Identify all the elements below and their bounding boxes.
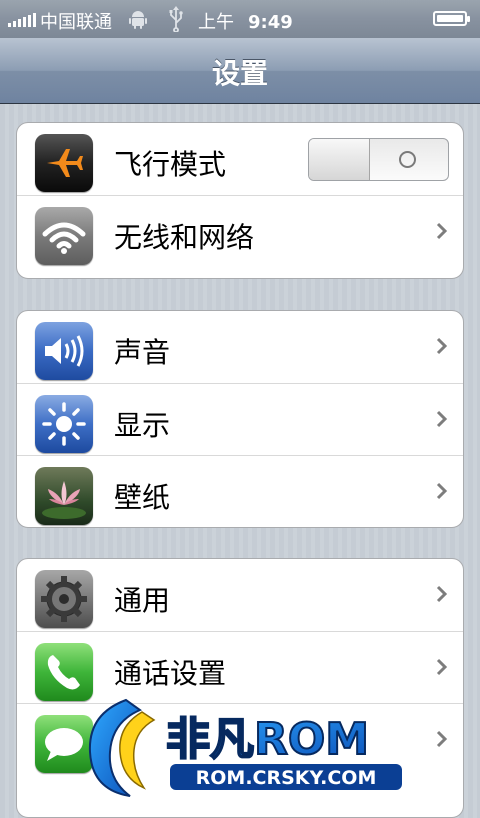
chevron-right-icon <box>436 585 448 603</box>
settings-row-label: 通话设置 <box>114 657 227 690</box>
chevron-right-icon <box>436 337 448 355</box>
settings-row-label: 飞行模式 <box>114 148 227 181</box>
wallpaper-lotus-icon <box>35 467 93 525</box>
settings-row-sound[interactable]: 声音 <box>17 311 463 383</box>
watermark-brand: 非凡ROM <box>166 714 369 765</box>
settings-row-label: 无线和网络 <box>114 221 255 254</box>
settings-row-label: 通用 <box>114 584 171 617</box>
chevron-right-icon <box>436 222 448 240</box>
chevron-right-icon <box>436 482 448 500</box>
navigation-bar: 设置 <box>0 38 480 104</box>
airplane-icon <box>35 134 93 192</box>
airplane-mode-toggle[interactable] <box>308 138 449 181</box>
settings-group-connectivity: 飞行模式 无线和网络 <box>16 122 464 279</box>
signal-icon <box>8 13 36 27</box>
settings-row-wireless-networks[interactable]: 无线和网络 <box>17 195 463 267</box>
toggle-knob[interactable] <box>309 139 370 180</box>
settings-row-label: 声音 <box>114 336 171 369</box>
speaker-icon <box>35 322 93 380</box>
carrier-name: 中国联通 <box>40 12 112 33</box>
wifi-icon <box>35 207 93 265</box>
gear-icon <box>35 570 93 628</box>
page-title: 设置 <box>211 57 268 90</box>
settings-row-wallpaper[interactable]: 壁纸 <box>17 455 463 527</box>
watermark-url: ROM.CRSKY.COM <box>196 767 377 789</box>
chevron-right-icon <box>436 410 448 428</box>
watermark-logo: 非凡ROM ROM.CRSKY.COM <box>88 698 402 797</box>
settings-row-general[interactable]: 通用 <box>17 559 463 631</box>
status-time: 上午 9:49 <box>198 12 293 33</box>
android-icon <box>129 11 147 29</box>
settings-row-display[interactable]: 显示 <box>17 383 463 455</box>
toggle-off-icon <box>399 151 416 168</box>
battery-icon <box>433 11 470 26</box>
usb-icon <box>169 6 183 32</box>
chevron-right-icon <box>436 658 448 676</box>
settings-row-label: 壁纸 <box>114 481 171 514</box>
brightness-icon <box>35 395 93 453</box>
settings-row-airplane-mode[interactable]: 飞行模式 <box>17 123 463 195</box>
settings-group-media: 声音 显示 壁纸 <box>16 310 464 528</box>
status-bar: 中国联通 上午 9:49 <box>0 0 480 38</box>
settings-row-label: 显示 <box>114 409 171 442</box>
